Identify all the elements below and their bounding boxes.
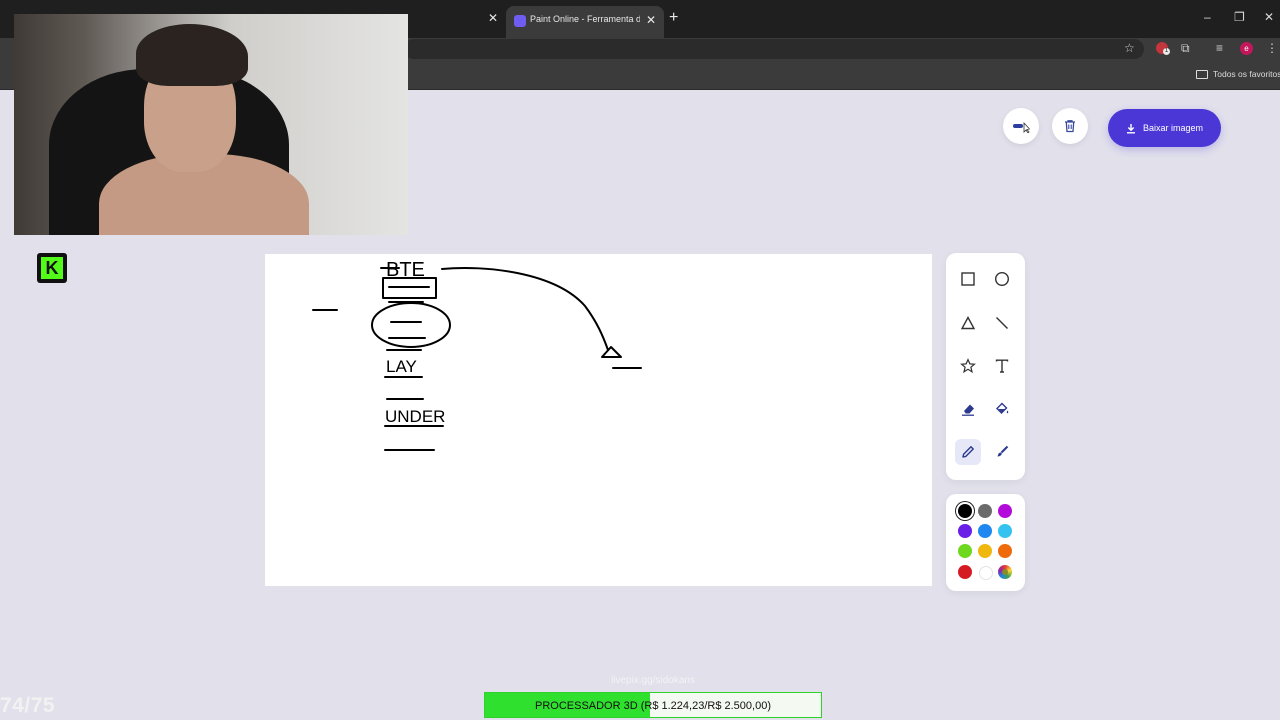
drawing-canvas[interactable]: BTE LAY UNDER: [265, 254, 932, 586]
pencil-icon: [962, 446, 974, 458]
tab-title: Paint Online - Ferramenta de D: [530, 14, 640, 24]
all-bookmarks-button[interactable]: Todos os favoritos: [1196, 69, 1280, 80]
tool-star[interactable]: [955, 353, 981, 379]
stroke-ellipse: [371, 302, 451, 348]
goal-text: PROCESSADOR 3D (R$ 1.224,23/R$ 2.500,00): [534, 700, 771, 712]
color-swatch-green[interactable]: [958, 544, 972, 558]
menu-kebab-icon[interactable]: ⋮: [1266, 41, 1278, 55]
new-tab-icon[interactable]: +: [669, 10, 678, 26]
browser-tab-previous[interactable]: ✕: [408, 8, 504, 32]
close-tab-icon[interactable]: ✕: [488, 11, 498, 25]
download-image-button[interactable]: Baixar imagem: [1108, 109, 1221, 147]
canvas-drawing: BTE LAY UNDER: [312, 259, 642, 451]
trash-icon: [1065, 120, 1075, 133]
custom-color-picker[interactable]: [998, 565, 1012, 579]
tool-brush[interactable]: [989, 439, 1015, 465]
stroke-size-icon: [1013, 121, 1030, 133]
brush-icon: [997, 445, 1009, 457]
stroke-size-button[interactable]: [1003, 108, 1039, 144]
color-swatch-white[interactable]: [979, 566, 993, 580]
clear-canvas-button[interactable]: [1052, 108, 1088, 144]
color-swatch-gray[interactable]: [978, 504, 992, 518]
kick-logo-icon: K: [41, 257, 63, 279]
square-icon: [961, 272, 975, 286]
browser-tab-paint[interactable]: Paint Online - Ferramenta de D ✕: [506, 6, 664, 38]
canvas-text-lay: LAY: [386, 357, 417, 376]
extensions-puzzle-icon[interactable]: ⧉: [1181, 41, 1190, 56]
all-bookmarks-label: Todos os favoritos: [1213, 69, 1280, 79]
minimize-icon[interactable]: –: [1204, 10, 1211, 24]
tool-triangle[interactable]: [955, 310, 981, 336]
webcam-person-hair: [136, 24, 248, 86]
tool-rectangle[interactable]: [955, 266, 981, 292]
stream-platform-badge: K: [37, 253, 67, 283]
donation-goal-bar: PROCESSADOR 3D (R$ 1.224,23/R$ 2.500,00): [484, 692, 822, 718]
color-swatch-black[interactable]: [958, 504, 972, 518]
text-icon: [995, 359, 1009, 373]
restore-icon[interactable]: ❐: [1234, 10, 1245, 24]
paint-bucket-icon: [996, 402, 1009, 414]
color-swatch-orange[interactable]: [998, 544, 1012, 558]
stream-counter: 74/75: [0, 694, 56, 717]
download-label: Baixar imagem: [1142, 123, 1204, 133]
color-swatch-magenta[interactable]: [998, 504, 1012, 518]
bookmark-star-icon[interactable]: ☆: [1124, 41, 1135, 55]
color-swatch-red[interactable]: [958, 565, 972, 579]
star-icon: [960, 358, 976, 374]
canvas-text-bte: BTE: [386, 259, 425, 281]
tool-circle[interactable]: [989, 266, 1015, 292]
close-tab-icon[interactable]: ✕: [646, 13, 656, 27]
donation-link: livepix.gg/sidokans: [611, 675, 695, 686]
color-swatch-purple[interactable]: [958, 524, 972, 538]
stroke-arrow-curve: [441, 266, 609, 351]
tool-text[interactable]: [989, 353, 1015, 379]
media-control-icon[interactable]: ≡: [1216, 41, 1223, 55]
eraser-icon: [962, 404, 974, 416]
color-swatch-blue[interactable]: [978, 524, 992, 538]
close-window-icon[interactable]: ✕: [1264, 10, 1274, 24]
webcam-overlay: [14, 14, 408, 235]
address-bar[interactable]: [404, 39, 1144, 59]
paint-favicon-icon: [514, 15, 526, 27]
color-swatch-cyan[interactable]: [998, 524, 1012, 538]
tool-fill[interactable]: [989, 396, 1015, 422]
tool-pencil[interactable]: [955, 439, 981, 465]
color-panel: [946, 494, 1025, 591]
tool-eraser[interactable]: [955, 396, 981, 422]
stroke-arrow-head: [601, 346, 622, 358]
canvas-text-under: UNDER: [385, 407, 445, 426]
extension-badge: 1: [1163, 48, 1170, 55]
triangle-icon: [960, 316, 976, 330]
profile-avatar[interactable]: e: [1240, 42, 1253, 55]
circle-icon: [994, 271, 1010, 287]
tool-panel: [946, 253, 1025, 480]
color-swatch-yellow[interactable]: [978, 544, 992, 558]
line-icon: [996, 317, 1008, 329]
folder-icon: [1196, 70, 1208, 80]
tool-line[interactable]: [989, 310, 1015, 336]
download-icon: [1126, 123, 1135, 133]
